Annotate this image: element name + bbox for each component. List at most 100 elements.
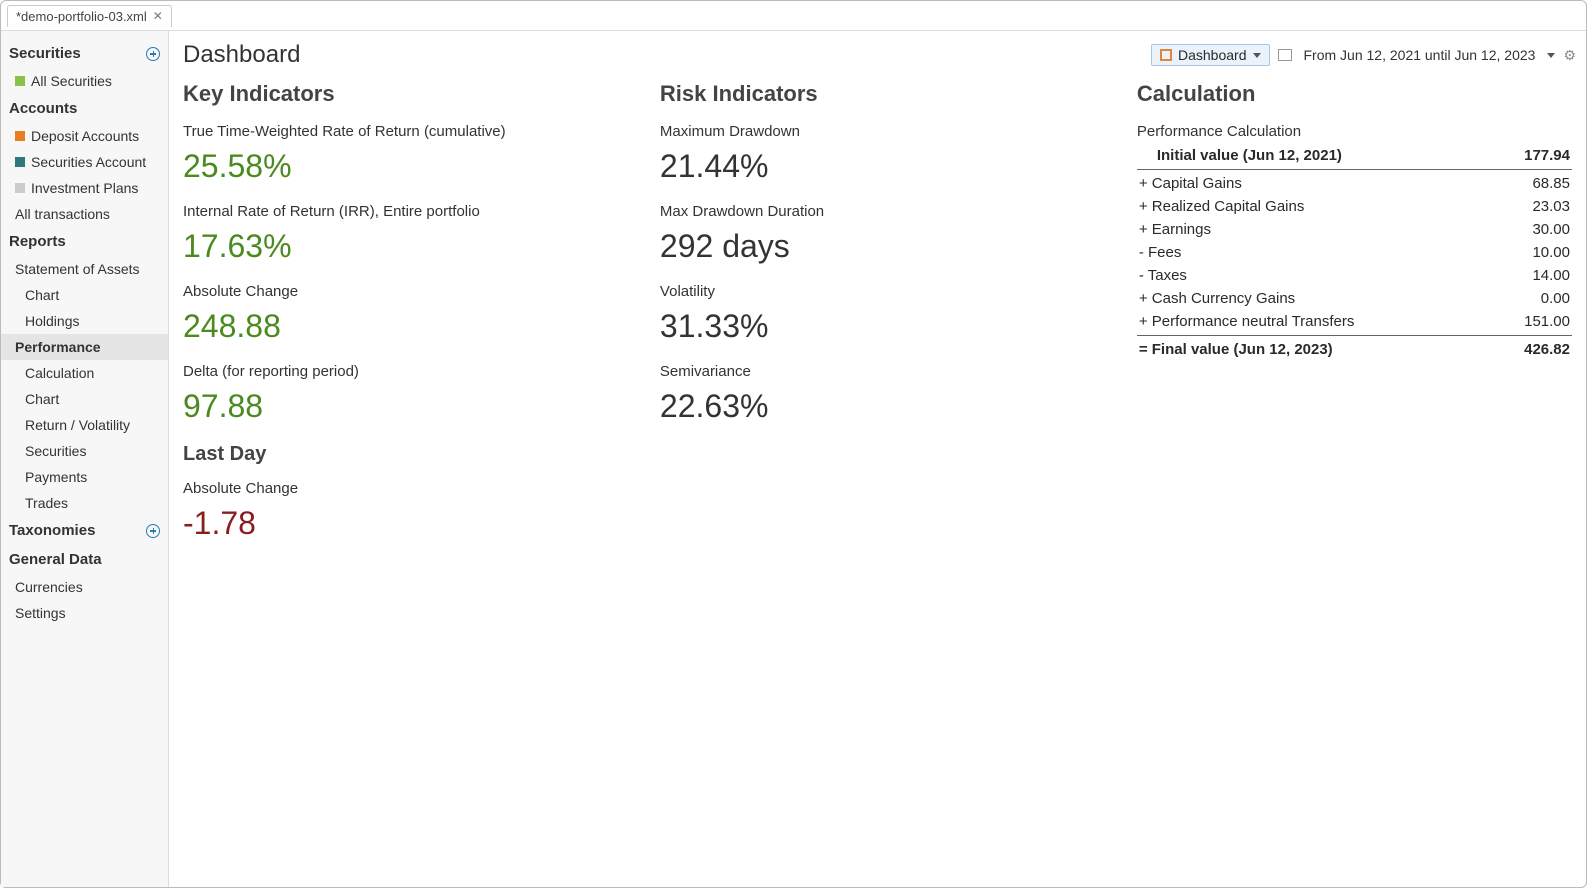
calc-value: 68.85 bbox=[1532, 175, 1570, 192]
add-taxonomy-icon[interactable] bbox=[146, 524, 160, 538]
sidebar-item-investment-plans[interactable]: Investment Plans bbox=[1, 175, 168, 201]
dashboard-picker-label: Dashboard bbox=[1178, 47, 1247, 63]
sidebar-item-label: Investment Plans bbox=[31, 180, 138, 196]
calculation-column: Calculation Performance Calculation Init… bbox=[1137, 81, 1572, 873]
sidebar-header-label: Accounts bbox=[9, 100, 77, 117]
sidebar-item-label: Settings bbox=[15, 605, 66, 621]
sidebar-item-return-volatility[interactable]: Return / Volatility bbox=[1, 412, 168, 438]
metric-value-irr: 17.63% bbox=[183, 228, 640, 265]
metric-value-max-drawdown-duration: 292 days bbox=[660, 228, 1117, 265]
calculation-subtitle: Performance Calculation bbox=[1137, 123, 1572, 140]
sidebar-item-all-securities[interactable]: All Securities bbox=[1, 68, 168, 94]
metric-label-semivariance: Semivariance bbox=[660, 363, 1117, 380]
sidebar-item-label: Calculation bbox=[25, 365, 94, 381]
sidebar-item-label: Chart bbox=[25, 391, 59, 407]
close-icon[interactable]: ✕ bbox=[153, 9, 163, 23]
sidebar-header-label: Securities bbox=[9, 45, 81, 62]
sidebar-item-performance[interactable]: Performance bbox=[1, 334, 168, 360]
page-title: Dashboard bbox=[183, 41, 300, 69]
gear-icon[interactable]: ⚙ bbox=[1563, 47, 1576, 64]
sidebar-item-label: Trades bbox=[25, 495, 68, 511]
calc-row: - Taxes14.00 bbox=[1137, 264, 1572, 287]
calc-label: + Realized Capital Gains bbox=[1139, 198, 1305, 215]
metric-label-ttwror: True Time-Weighted Rate of Return (cumul… bbox=[183, 123, 640, 140]
sidebar-item-statement-of-assets[interactable]: Statement of Assets bbox=[1, 256, 168, 282]
calc-row-final: = Final value (Jun 12, 2023) 426.82 bbox=[1137, 338, 1572, 361]
section-title-risk-indicators: Risk Indicators bbox=[660, 81, 1117, 107]
sidebar-item-label: Securities Account bbox=[31, 154, 146, 170]
calc-label: + Cash Currency Gains bbox=[1139, 290, 1295, 307]
metric-value-max-drawdown: 21.44% bbox=[660, 148, 1117, 185]
metric-value-semivariance: 22.63% bbox=[660, 388, 1117, 425]
key-indicators-column: Key Indicators True Time-Weighted Rate o… bbox=[183, 81, 640, 873]
sidebar-item-label: All transactions bbox=[15, 206, 110, 222]
securities-icon bbox=[15, 76, 25, 86]
calc-value: 23.03 bbox=[1532, 198, 1570, 215]
sidebar-item-label: Return / Volatility bbox=[25, 417, 130, 433]
metric-value-volatility: 31.33% bbox=[660, 308, 1117, 345]
risk-indicators-column: Risk Indicators Maximum Drawdown 21.44% … bbox=[660, 81, 1117, 873]
file-tab-title: *demo-portfolio-03.xml bbox=[16, 9, 147, 24]
calc-value: 0.00 bbox=[1541, 290, 1570, 307]
sidebar-header-taxonomies: Taxonomies bbox=[1, 516, 168, 545]
metric-label-volatility: Volatility bbox=[660, 283, 1117, 300]
sidebar-item-label: All Securities bbox=[31, 73, 112, 89]
calc-label: + Performance neutral Transfers bbox=[1139, 313, 1355, 330]
sidebar-item-trades[interactable]: Trades bbox=[1, 490, 168, 516]
sidebar-item-holdings[interactable]: Holdings bbox=[1, 308, 168, 334]
calc-label: + Capital Gains bbox=[1139, 175, 1242, 192]
sidebar-item-all-transactions[interactable]: All transactions bbox=[1, 201, 168, 227]
new-window-icon[interactable] bbox=[1278, 49, 1292, 61]
deposit-icon bbox=[15, 131, 25, 141]
investment-plans-icon bbox=[15, 183, 25, 193]
metric-label-irr: Internal Rate of Return (IRR), Entire po… bbox=[183, 203, 640, 220]
subsection-title-last-day: Last Day bbox=[183, 443, 640, 466]
sidebar-item-payments[interactable]: Payments bbox=[1, 464, 168, 490]
sidebar-item-label: Performance bbox=[15, 339, 101, 355]
calc-label: - Fees bbox=[1139, 244, 1182, 261]
calc-row: + Realized Capital Gains 23.03 bbox=[1137, 195, 1572, 218]
sidebar-item-chart[interactable]: Chart bbox=[1, 282, 168, 308]
file-tab[interactable]: *demo-portfolio-03.xml ✕ bbox=[7, 5, 172, 27]
sidebar-item-securities[interactable]: Securities bbox=[1, 438, 168, 464]
sidebar-item-chart-2[interactable]: Chart bbox=[1, 386, 168, 412]
sidebar-item-label: Holdings bbox=[25, 313, 79, 329]
add-security-icon[interactable] bbox=[146, 47, 160, 61]
calc-value: 177.94 bbox=[1524, 147, 1570, 164]
date-range[interactable]: From Jun 12, 2021 until Jun 12, 2023 bbox=[1304, 47, 1536, 63]
main-header: Dashboard Dashboard From Jun 12, 2021 un… bbox=[169, 31, 1586, 73]
calc-value: 14.00 bbox=[1532, 267, 1570, 284]
sidebar-item-deposit-accounts[interactable]: Deposit Accounts bbox=[1, 123, 168, 149]
divider bbox=[1137, 335, 1572, 336]
sidebar-header-general-data: General Data bbox=[1, 545, 168, 574]
section-title-key-indicators: Key Indicators bbox=[183, 81, 640, 107]
sidebar-header-label: Taxonomies bbox=[9, 522, 95, 539]
calc-row: + Capital Gains 68.85 bbox=[1137, 172, 1572, 195]
metric-value-absolute-change: 248.88 bbox=[183, 308, 640, 345]
calc-row: + Earnings30.00 bbox=[1137, 218, 1572, 241]
toolbar: Dashboard From Jun 12, 2021 until Jun 12… bbox=[1151, 44, 1576, 66]
sidebar-item-label: Deposit Accounts bbox=[31, 128, 139, 144]
calc-row: + Performance neutral Transfers151.00 bbox=[1137, 310, 1572, 333]
sidebar-header-label: Reports bbox=[9, 233, 66, 250]
metric-label-max-drawdown-duration: Max Drawdown Duration bbox=[660, 203, 1117, 220]
calc-label: = Final value (Jun 12, 2023) bbox=[1139, 341, 1333, 358]
sidebar-item-label: Statement of Assets bbox=[15, 261, 140, 277]
sidebar-item-currencies[interactable]: Currencies bbox=[1, 574, 168, 600]
dashboard-picker[interactable]: Dashboard bbox=[1151, 44, 1270, 66]
metric-label-lastday-absolute-change: Absolute Change bbox=[183, 480, 640, 497]
sidebar-item-settings[interactable]: Settings bbox=[1, 600, 168, 626]
sidebar: Securities All Securities Accounts Depos… bbox=[1, 31, 169, 887]
sidebar-header-securities: Securities bbox=[1, 39, 168, 68]
dashboard-icon bbox=[1160, 49, 1172, 61]
calculation-table: Initial value (Jun 12, 2021) 177.94 + Ca… bbox=[1137, 144, 1572, 361]
sidebar-item-calculation[interactable]: Calculation bbox=[1, 360, 168, 386]
section-title-calculation: Calculation bbox=[1137, 81, 1572, 107]
tab-bar: *demo-portfolio-03.xml ✕ bbox=[1, 1, 1586, 31]
calc-value: 30.00 bbox=[1532, 221, 1570, 238]
sidebar-item-securities-account[interactable]: Securities Account bbox=[1, 149, 168, 175]
metric-label-delta: Delta (for reporting period) bbox=[183, 363, 640, 380]
calc-value: 426.82 bbox=[1524, 341, 1570, 358]
sidebar-header-reports: Reports bbox=[1, 227, 168, 256]
chevron-down-icon[interactable] bbox=[1547, 53, 1555, 58]
